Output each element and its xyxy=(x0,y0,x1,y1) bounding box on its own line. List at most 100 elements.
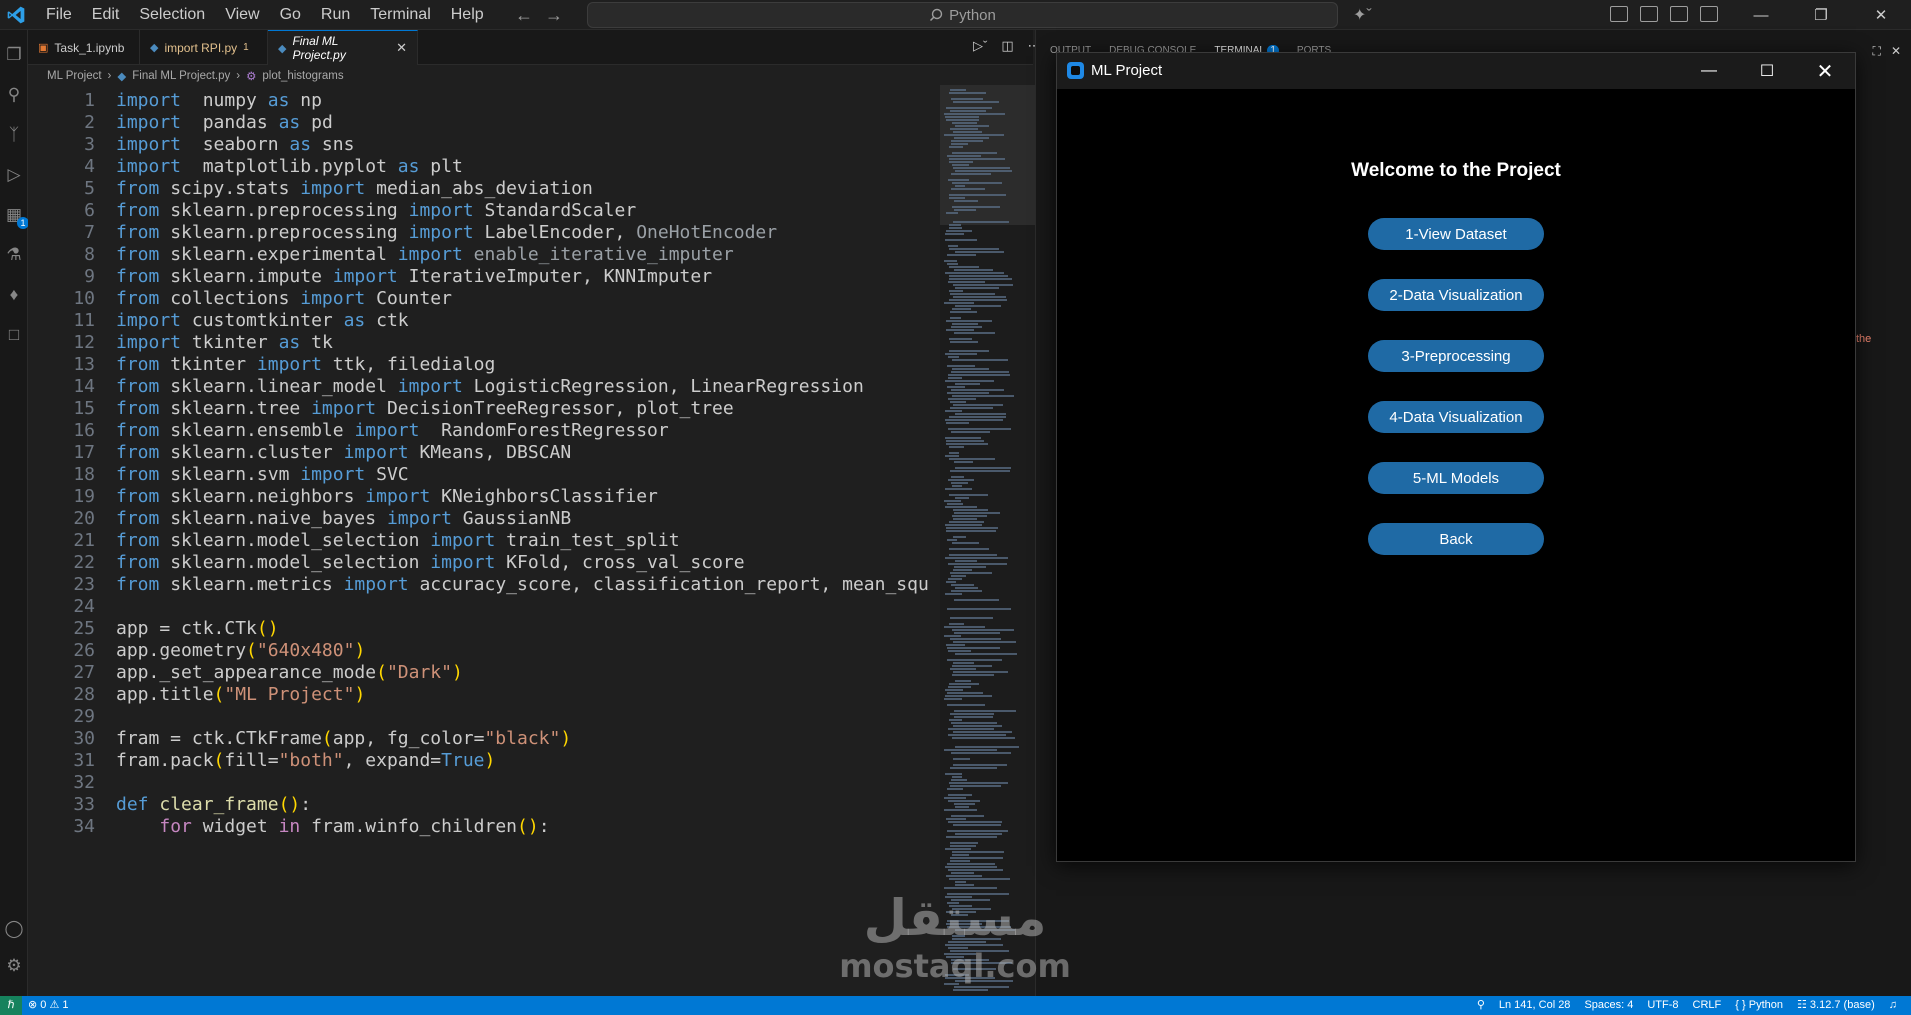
menu-file[interactable]: File xyxy=(36,0,82,30)
toggle-secondary-sidebar-icon[interactable] xyxy=(1700,6,1718,22)
code-line[interactable]: 17 from sklearn.cluster import KMeans, DB… xyxy=(28,442,940,464)
end-of-line[interactable]: CRLF xyxy=(1693,996,1722,1015)
menu-help[interactable]: Help xyxy=(441,0,494,30)
breadcrumb-file[interactable]: Final ML Project.py xyxy=(132,70,230,82)
run-and-debug-icon[interactable]: ▷ xyxy=(3,164,25,186)
extensions-icon[interactable]: ▦ 1 xyxy=(3,204,29,229)
ml-models-button[interactable]: 5-ML Models xyxy=(1368,462,1544,494)
preprocessing-button[interactable]: 3-Preprocessing xyxy=(1368,340,1544,372)
code-line[interactable]: 7 from sklearn.preprocessing import Label… xyxy=(28,222,940,244)
ml-minimize-button[interactable]: — xyxy=(1680,53,1738,89)
go-back-arrow-icon[interactable]: ← xyxy=(515,4,533,26)
file-encoding[interactable]: UTF-8 xyxy=(1647,996,1678,1015)
breadcrumb-symbol[interactable]: plot_histograms xyxy=(262,70,343,82)
jupyter-icon[interactable]: □ xyxy=(3,324,25,346)
menu-selection[interactable]: Selection xyxy=(129,0,215,30)
tab-import-rpi-py[interactable]: ◆ import RPI.py 1 xyxy=(140,30,268,65)
command-center-search[interactable]: Python xyxy=(587,2,1338,28)
toggle-panel-icon[interactable] xyxy=(1670,6,1688,22)
code-line[interactable]: 32 xyxy=(28,772,940,794)
minimize-button[interactable]: — xyxy=(1731,0,1791,30)
code-line[interactable]: 5 from scipy.stats import median_abs_devi… xyxy=(28,178,940,200)
menu-run[interactable]: Run xyxy=(311,0,360,30)
indentation[interactable]: Spaces: 4 xyxy=(1584,996,1633,1015)
code-line[interactable]: 29 xyxy=(28,706,940,728)
code-line[interactable]: 8 from sklearn.experimental import enable… xyxy=(28,244,940,266)
code-text: app._set_appearance_mode("Dark") xyxy=(116,662,463,683)
manage-gear-icon[interactable]: ⚙ xyxy=(3,955,25,977)
code-line[interactable]: 33 def clear_frame(): xyxy=(28,794,940,816)
python-interpreter[interactable]: ☷ 3.12.7 (base) xyxy=(1797,996,1875,1015)
code-line[interactable]: 1 import numpy as np xyxy=(28,90,940,112)
code-line[interactable]: 27 app._set_appearance_mode("Dark") xyxy=(28,662,940,684)
minimap[interactable] xyxy=(940,85,1035,996)
search-icon[interactable]: ⚲ xyxy=(3,84,25,106)
code-line[interactable]: 15 from sklearn.tree import DecisionTreeR… xyxy=(28,398,940,420)
testing-icon[interactable]: ⚗ xyxy=(3,244,25,266)
code-line[interactable]: 14 from sklearn.linear_model import Logis… xyxy=(28,376,940,398)
back-button[interactable]: Back xyxy=(1368,523,1544,555)
menu-terminal[interactable]: Terminal xyxy=(360,0,440,30)
code-line[interactable]: 3 import seaborn as sns xyxy=(28,134,940,156)
code-line[interactable]: 4 import matplotlib.pyplot as plt xyxy=(28,156,940,178)
copilot-icon[interactable]: ✦ˇ xyxy=(1353,5,1372,25)
code-line[interactable]: 19 from sklearn.neighbors import KNeighbo… xyxy=(28,486,940,508)
view-dataset-button[interactable]: 1-View Dataset xyxy=(1368,218,1544,250)
run-python-file-icon[interactable]: ▷ˇ xyxy=(973,38,987,54)
split-editor-icon[interactable]: ◫ xyxy=(1001,38,1013,54)
go-forward-arrow-icon[interactable]: → xyxy=(545,4,563,26)
source-control-icon[interactable]: ᛉ xyxy=(3,124,25,146)
code-line[interactable]: 13 from tkinter import ttk, filedialog xyxy=(28,354,940,376)
ml-close-button[interactable]: ✕ xyxy=(1796,53,1854,89)
remote-indicator-icon[interactable]: ℏ xyxy=(0,996,22,1015)
code-line[interactable]: 2 import pandas as pd xyxy=(28,112,940,134)
ml-maximize-button[interactable]: ☐ xyxy=(1738,53,1796,89)
tab-final-ml-project-py[interactable]: ◆ Final ML Project.py ✕ xyxy=(268,30,418,65)
code-line[interactable]: 16 from sklearn.ensemble import RandomFor… xyxy=(28,420,940,442)
code-line[interactable]: 30 fram = ctk.CTkFrame(app, fg_color="bla… xyxy=(28,728,940,750)
zoom-icon[interactable]: ⚲ xyxy=(1477,996,1485,1015)
minimap-line xyxy=(954,209,976,211)
cursor-position[interactable]: Ln 141, Col 28 xyxy=(1499,996,1571,1015)
code-line[interactable]: 6 from sklearn.preprocessing import Stand… xyxy=(28,200,940,222)
code-line[interactable]: 23 from sklearn.metrics import accuracy_s… xyxy=(28,574,940,596)
code-line[interactable]: 28 app.title("ML Project") xyxy=(28,684,940,706)
maximize-panel-icon[interactable]: ⛶ xyxy=(1873,44,1881,59)
code-line[interactable]: 18 from sklearn.svm import SVC xyxy=(28,464,940,486)
code-line[interactable]: 22 from sklearn.model_selection import KF… xyxy=(28,552,940,574)
menu-go[interactable]: Go xyxy=(270,0,311,30)
tab-task-1-ipynb[interactable]: ▣ Task_1.ipynb xyxy=(28,30,140,65)
code-line[interactable]: 20 from sklearn.naive_bayes import Gaussi… xyxy=(28,508,940,530)
close-panel-icon[interactable]: ✕ xyxy=(1891,44,1901,59)
breadcrumb-folder[interactable]: ML Project xyxy=(47,70,102,82)
code-line[interactable]: 34 for widget in fram.winfo_children(): xyxy=(28,816,940,838)
code-line[interactable]: 11 import customtkinter as ctk xyxy=(28,310,940,332)
accounts-icon[interactable]: ◯ xyxy=(3,918,25,940)
menu-edit[interactable]: Edit xyxy=(82,0,130,30)
menu-view[interactable]: View xyxy=(215,0,269,30)
explorer-icon[interactable]: ❐ xyxy=(3,44,25,66)
customize-layout-icon[interactable] xyxy=(1610,6,1628,22)
code-line[interactable]: 24 xyxy=(28,596,940,618)
code-line[interactable]: 12 import tkinter as tk xyxy=(28,332,940,354)
data-visualization-2-button[interactable]: 4-Data Visualization xyxy=(1368,401,1544,433)
data-visualization-button[interactable]: 2-Data Visualization xyxy=(1368,279,1544,311)
minimap-line xyxy=(955,287,999,289)
code-line[interactable]: 21 from sklearn.model_selection import tr… xyxy=(28,530,940,552)
code-editor[interactable]: 1 import numpy as np 2 import pandas as pd 3… xyxy=(28,87,940,996)
notifications-bell-icon[interactable]: ♫ xyxy=(1889,996,1897,1015)
close-window-button[interactable]: ✕ xyxy=(1851,0,1911,30)
code-line[interactable]: 10 from collections import Counter xyxy=(28,288,940,310)
ml-window-titlebar[interactable]: ML Project — ☐ ✕ xyxy=(1057,53,1855,89)
toggle-primary-sidebar-icon[interactable] xyxy=(1640,6,1658,22)
language-mode[interactable]: { } Python xyxy=(1735,996,1783,1015)
code-line[interactable]: 31 fram.pack(fill="both", expand=True) xyxy=(28,750,940,772)
python-icon[interactable]: ♦ xyxy=(3,284,25,306)
minimap-line xyxy=(952,368,989,370)
code-line[interactable]: 9 from sklearn.impute import IterativeImp… xyxy=(28,266,940,288)
restore-button[interactable]: ❐ xyxy=(1791,0,1851,30)
problems-indicator[interactable]: ⊗ 0 ⚠ 1 xyxy=(28,996,69,1015)
code-line[interactable]: 25 app = ctk.CTk() xyxy=(28,618,940,640)
close-tab-icon[interactable]: ✕ xyxy=(396,40,407,56)
code-line[interactable]: 26 app.geometry("640x480") xyxy=(28,640,940,662)
